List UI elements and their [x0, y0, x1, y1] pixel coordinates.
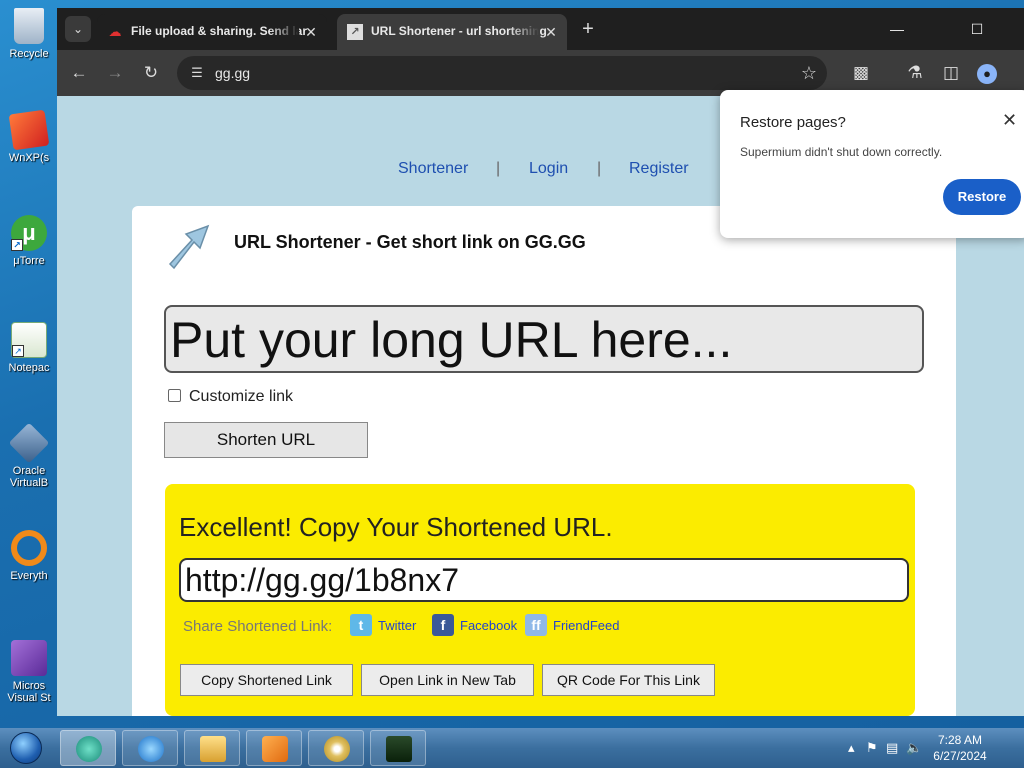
- twitter-icon: t: [350, 614, 372, 636]
- windows-logo-icon: [10, 732, 42, 764]
- nav-shortener-link[interactable]: Shortener: [398, 160, 468, 178]
- close-tab-icon[interactable]: ✕: [303, 24, 319, 40]
- open-link-new-tab-button[interactable]: Open Link in New Tab: [361, 664, 534, 696]
- restore-button[interactable]: Restore: [943, 179, 1021, 215]
- copy-shortened-link-button[interactable]: Copy Shortened Link: [180, 664, 353, 696]
- taskbar: ▴ ⚑ ▤ 🔈 7:28 AM 6/27/2024: [0, 728, 1024, 768]
- tab-search-button[interactable]: ⌄: [65, 16, 91, 42]
- desktop-icon-label: Micros Visual St: [7, 680, 51, 704]
- maximize-button[interactable]: ☐: [954, 16, 1000, 42]
- taskbar-internet-explorer[interactable]: [122, 730, 178, 766]
- close-tab-icon[interactable]: ✕: [543, 24, 559, 40]
- address-bar[interactable]: ☰ gg.gg ☆: [177, 56, 827, 90]
- tab-strip: ⌄ ☁ File upload & sharing. Send lar ✕ ↗ …: [57, 8, 1024, 50]
- friendfeed-icon: ff: [525, 614, 547, 636]
- clock-time[interactable]: 7:28 AM: [930, 733, 990, 747]
- bookmark-star-icon[interactable]: ☆: [801, 62, 817, 84]
- nav-login-link[interactable]: Login: [529, 160, 568, 178]
- extensions-icon[interactable]: ▩: [849, 61, 873, 85]
- desktop-icon-everything[interactable]: Everyth: [4, 530, 54, 582]
- taskbar-dvd[interactable]: [308, 730, 364, 766]
- desktop-icon-label: Everyth: [10, 570, 48, 582]
- desktop-icon-recycle-bin[interactable]: Recycle: [4, 8, 54, 60]
- task-manager-icon: [386, 736, 412, 762]
- folder-icon: [200, 736, 226, 762]
- forward-button[interactable]: →: [103, 61, 127, 85]
- facebook-icon: f: [432, 614, 454, 636]
- virtual-xp-icon: [8, 109, 50, 151]
- desktop-icon-label: Recycle: [9, 48, 49, 60]
- recycle-bin-icon: [14, 8, 44, 44]
- long-url-input[interactable]: Put your long URL here...: [164, 305, 924, 373]
- desktop-icon-visual-studio[interactable]: Micros Visual St: [4, 640, 54, 704]
- page-favicon-icon: ↗: [347, 24, 363, 40]
- desktop-icon-utorrent[interactable]: μ ↗ μTorre: [4, 215, 54, 267]
- desktop-icon-wnxp[interactable]: WnXP(s: [4, 109, 54, 164]
- internet-explorer-icon: [138, 736, 164, 762]
- notepad-icon: ↗: [11, 322, 47, 358]
- desktop-icon-label: WnXP(s: [8, 152, 50, 164]
- desktop-icon-virtualbox[interactable]: Oracle VirtualB: [4, 422, 54, 489]
- dialog-message: Supermium didn't shut down correctly.: [740, 145, 943, 159]
- start-button[interactable]: [4, 729, 48, 767]
- desktop-icon-label: Notepac: [8, 362, 50, 374]
- taskbar-media-player[interactable]: [246, 730, 302, 766]
- desktop-icon-label: Oracle VirtualB: [9, 465, 49, 489]
- shorten-url-button[interactable]: Shorten URL: [164, 422, 368, 458]
- clock-date[interactable]: 6/27/2024: [926, 749, 994, 763]
- desktop-icon-notepad[interactable]: ↗ Notepac: [4, 322, 54, 374]
- desktop-icon-label: μTorre: [13, 255, 45, 267]
- result-panel: Excellent! Copy Your Shortened URL. http…: [165, 484, 915, 716]
- disc-icon: [324, 736, 350, 762]
- minimize-button[interactable]: —: [874, 16, 920, 42]
- taskbar-file-explorer[interactable]: [184, 730, 240, 766]
- site-info-icon[interactable]: ☰: [187, 63, 207, 83]
- share-label: Share Shortened Link:: [183, 618, 333, 635]
- result-heading: Excellent! Copy Your Shortened URL.: [179, 512, 613, 542]
- tab-file-upload[interactable]: ☁ File upload & sharing. Send lar ✕: [97, 14, 327, 50]
- nav-separator: |: [496, 160, 501, 177]
- taskbar-task-manager[interactable]: [370, 730, 426, 766]
- visual-studio-icon: [11, 640, 47, 676]
- qr-code-button[interactable]: QR Code For This Link: [542, 664, 715, 696]
- action-center-flag-icon[interactable]: ⚑: [866, 740, 878, 756]
- customize-link-option[interactable]: Customize link: [168, 388, 293, 406]
- virtualbox-icon: [8, 422, 50, 464]
- reload-button[interactable]: ↻: [139, 61, 163, 85]
- side-panel-icon[interactable]: ◫: [939, 61, 963, 85]
- restore-pages-dialog: Restore pages? ✕ Supermium didn't shut d…: [720, 90, 1024, 238]
- media-player-icon: [262, 736, 288, 762]
- volume-muted-icon[interactable]: 🔈: [906, 740, 922, 756]
- main-card: URL Shortener - Get short link on GG.GG …: [132, 206, 956, 716]
- new-tab-button[interactable]: +: [577, 18, 599, 40]
- nav-register-link[interactable]: Register: [629, 160, 689, 178]
- cloud-icon: ☁: [108, 24, 122, 39]
- site-logo-arrow-icon: [168, 224, 210, 270]
- system-tray: ▴ ⚑ ▤ 🔈 7:28 AM 6/27/2024: [834, 728, 1024, 768]
- everything-search-icon: [11, 530, 47, 566]
- back-button[interactable]: ←: [67, 61, 91, 85]
- utorrent-icon: μ ↗: [11, 215, 47, 251]
- customize-link-checkbox[interactable]: [168, 389, 181, 402]
- address-url[interactable]: gg.gg: [215, 65, 250, 81]
- tab-url-shortener[interactable]: ↗ URL Shortener - url shortening ✕: [337, 14, 567, 50]
- labs-flask-icon[interactable]: ⚗: [903, 61, 927, 85]
- taskbar-supermium[interactable]: [60, 730, 116, 766]
- nav-separator: |: [597, 160, 602, 177]
- profile-avatar-icon[interactable]: ●: [975, 61, 999, 85]
- dialog-title: Restore pages?: [740, 114, 846, 131]
- network-icon[interactable]: ▤: [886, 740, 898, 756]
- customize-link-label: Customize link: [189, 388, 294, 405]
- supermium-icon: [76, 736, 102, 762]
- page-title: URL Shortener - Get short link on GG.GG: [234, 232, 586, 252]
- shortened-url-field[interactable]: http://gg.gg/1b8nx7: [179, 558, 909, 602]
- close-icon[interactable]: ✕: [1002, 110, 1017, 131]
- show-hidden-icons-icon[interactable]: ▴: [848, 740, 855, 756]
